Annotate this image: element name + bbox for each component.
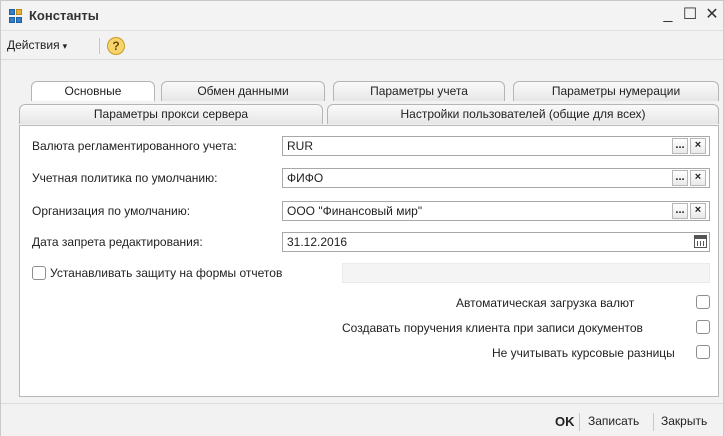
protect-reports-field [342,263,710,283]
auto-currency-label[interactable]: Автоматическая загрузка валют [456,296,634,310]
policy-label: Учетная политика по умолчанию: [32,171,218,185]
policy-clear-button[interactable]: × [690,170,706,186]
actions-menu-label: Действия [7,38,60,52]
close-button[interactable]: Закрыть [661,414,707,428]
client-orders-checkbox[interactable] [696,320,710,334]
chevron-down-icon: ▾ [62,41,68,51]
ignore-fx-label[interactable]: Не учитывать курсовые разницы [492,346,675,360]
footer-separator [579,413,580,431]
toolbar: Действия ▾ ? [1,32,723,60]
toolbar-separator [99,38,100,54]
tab-numbering-params[interactable]: Параметры нумерации [513,81,719,101]
calendar-icon[interactable] [694,235,707,248]
edit-lock-date-label: Дата запрета редактирования: [32,235,203,249]
currency-select-button[interactable]: ... [672,138,688,154]
policy-field[interactable]: ФИФО ... × [282,168,710,188]
main-tab-panel: Валюта регламентированного учета: RUR ..… [19,125,719,397]
tab-data-exchange[interactable]: Обмен данными [161,81,325,101]
constants-window: Константы _ ☐ ✕ Действия ▾ ? Основные Обм… [0,0,724,436]
ignore-fx-checkbox[interactable] [696,345,710,359]
close-window-button[interactable]: ✕ [703,5,721,25]
maximize-button[interactable]: ☐ [681,5,699,25]
client-orders-label[interactable]: Создавать поручения клиента при записи д… [342,321,643,335]
organization-label: Организация по умолчанию: [32,204,191,218]
minimize-button[interactable]: _ [659,5,677,25]
tab-main[interactable]: Основные [31,81,155,101]
tab-proxy-params[interactable]: Параметры прокси сервера [19,104,323,124]
edit-lock-date-field[interactable]: 31.12.2016 [282,232,710,252]
actions-menu-button[interactable]: Действия ▾ [7,38,67,52]
tab-accounting-params[interactable]: Параметры учета [333,81,505,101]
save-button[interactable]: Записать [588,414,639,428]
organization-field[interactable]: ООО "Финансовый мир" ... × [282,201,710,221]
auto-currency-checkbox[interactable] [696,295,710,309]
protect-reports-label[interactable]: Устанавливать защиту на формы отчетов [50,266,282,280]
window-title: Константы [29,8,99,23]
app-grid-icon [9,9,23,23]
help-icon[interactable]: ? [107,37,125,55]
footer-separator [653,413,654,431]
organization-select-button[interactable]: ... [672,203,688,219]
currency-clear-button[interactable]: × [690,138,706,154]
tab-user-settings[interactable]: Настройки пользователей (общие для всех) [327,104,719,124]
dialog-footer: OK Записать Закрыть [1,403,723,436]
edit-lock-date-value: 31.12.2016 [287,235,348,249]
title-bar: Константы _ ☐ ✕ [1,1,723,31]
ok-button[interactable]: OK [555,414,575,429]
currency-value: RUR [287,139,313,153]
protect-reports-checkbox[interactable] [32,266,46,280]
organization-value: ООО "Финансовый мир" [287,204,423,218]
currency-label: Валюта регламентированного учета: [32,139,237,153]
currency-field[interactable]: RUR ... × [282,136,710,156]
policy-value: ФИФО [287,171,324,185]
policy-select-button[interactable]: ... [672,170,688,186]
organization-clear-button[interactable]: × [690,203,706,219]
